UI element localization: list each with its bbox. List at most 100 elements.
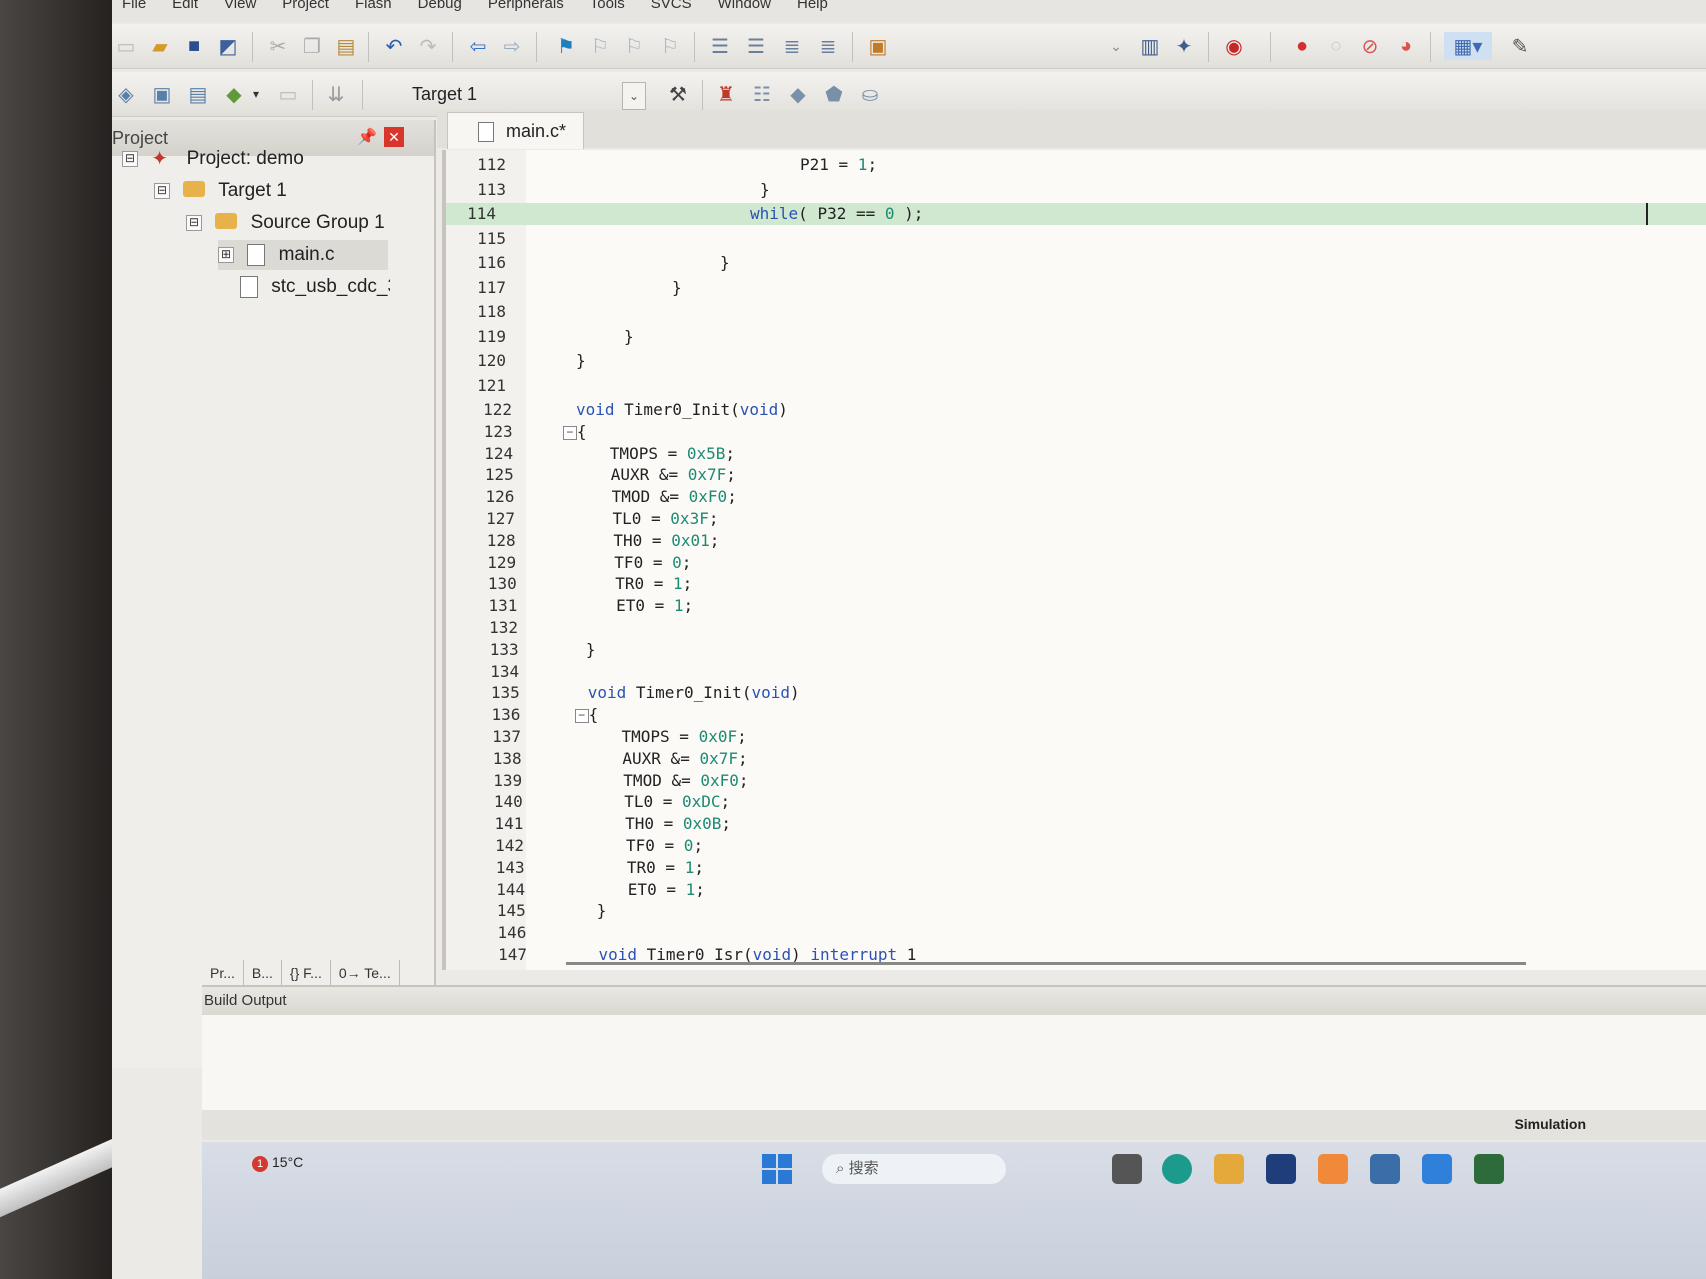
cut-icon[interactable]: ✂ bbox=[264, 32, 292, 60]
edge-icon[interactable] bbox=[1162, 1154, 1192, 1184]
redo-icon[interactable]: ↷ bbox=[414, 32, 442, 60]
store-icon[interactable] bbox=[1266, 1154, 1296, 1184]
close-icon[interactable]: ✕ bbox=[384, 127, 404, 147]
next-bookmark-icon[interactable]: ⚐ bbox=[620, 32, 648, 60]
code-line[interactable]: 145} bbox=[446, 900, 1706, 922]
component-icon[interactable]: ⛀ bbox=[856, 80, 884, 108]
paste-icon[interactable]: ▤ bbox=[332, 32, 360, 60]
window-layout-icon[interactable]: ▦▾ bbox=[1444, 32, 1492, 60]
code-line[interactable]: 132 bbox=[446, 617, 1706, 639]
code-line[interactable]: 141 TH0 = 0x0B; bbox=[446, 813, 1706, 835]
indent-icon[interactable]: ☰ bbox=[706, 32, 734, 60]
code-line[interactable]: 124 TMOPS = 0x5B; bbox=[446, 443, 1706, 465]
stop-build-icon[interactable]: ▭ bbox=[274, 80, 302, 108]
uncomment-icon[interactable]: ≣ bbox=[814, 32, 842, 60]
debug-start-icon[interactable]: ◉ bbox=[1220, 32, 1248, 60]
menu-debug[interactable]: Debug bbox=[418, 0, 462, 11]
code-line[interactable]: 121 bbox=[446, 375, 1706, 397]
menu-edit[interactable]: Edit bbox=[172, 0, 198, 11]
nav-back-icon[interactable]: ⇦ bbox=[464, 32, 492, 60]
tree-item-target[interactable]: ⊟ Target 1 bbox=[154, 176, 287, 206]
code-line[interactable]: 118 bbox=[446, 301, 1706, 323]
find-in-files-icon[interactable]: ▣ bbox=[864, 32, 892, 60]
new-file-icon[interactable]: ▭ bbox=[112, 32, 140, 60]
undo-icon[interactable]: ↶ bbox=[380, 32, 408, 60]
manage-project-items-icon[interactable]: ♜ bbox=[712, 80, 740, 108]
target-dropdown-icon[interactable]: ⌄ bbox=[622, 82, 646, 110]
weather-widget[interactable]: 1 15°C bbox=[252, 1154, 303, 1172]
app-icon[interactable] bbox=[1370, 1154, 1400, 1184]
code-line[interactable]: 134 bbox=[446, 661, 1706, 683]
editor-hscroll[interactable] bbox=[566, 962, 1526, 965]
code-line[interactable]: 136 { bbox=[446, 704, 1706, 726]
menu-peripherals[interactable]: Peripherals bbox=[488, 0, 564, 11]
open-file-icon[interactable]: ▰ bbox=[146, 32, 174, 60]
code-line[interactable]: 122 void Timer0_Init(void) bbox=[446, 399, 1706, 421]
code-line[interactable]: 113} bbox=[446, 179, 1706, 201]
copy-icon[interactable]: ❐ bbox=[298, 32, 326, 60]
code-line[interactable]: 114 while( P32 == 0 ); bbox=[446, 203, 1706, 225]
code-line[interactable]: 123 { bbox=[446, 421, 1706, 443]
collapse-icon[interactable]: ⊟ bbox=[122, 150, 138, 167]
breakpoint-kill-all-icon[interactable]: ◕ bbox=[1392, 32, 1420, 60]
save-all-icon[interactable]: ◩ bbox=[214, 32, 242, 60]
tab-functions[interactable]: {} F... bbox=[282, 960, 331, 986]
tab-templates[interactable]: 0→ Te... bbox=[331, 960, 400, 986]
code-line[interactable]: 126 TMOD &= 0xF0; bbox=[446, 486, 1706, 508]
menu-window[interactable]: Window bbox=[718, 0, 771, 11]
menu-svcs[interactable]: SVCS bbox=[651, 0, 692, 11]
breakpoint-enable-icon[interactable]: ○ bbox=[1322, 32, 1350, 60]
code-line[interactable]: 127 TL0 = 0x3F; bbox=[446, 508, 1706, 530]
code-line[interactable]: 129 TF0 = 0; bbox=[446, 552, 1706, 574]
prev-bookmark-icon[interactable]: ⚐ bbox=[586, 32, 614, 60]
pack-installer-icon[interactable]: ⬟ bbox=[820, 80, 848, 108]
code-line[interactable]: 144 ET0 = 1; bbox=[446, 879, 1706, 901]
code-line[interactable]: 112 P21 = 1; bbox=[446, 154, 1706, 176]
code-line[interactable]: 116} bbox=[446, 252, 1706, 274]
tab-project[interactable]: Pr... bbox=[202, 960, 244, 986]
tree-item-main-c[interactable]: ⊞ main.c bbox=[218, 240, 388, 270]
tab-main-c[interactable]: main.c* bbox=[447, 112, 584, 149]
code-line[interactable]: 130 TR0 = 1; bbox=[446, 573, 1706, 595]
fold-collapse-icon[interactable]: − bbox=[562, 425, 577, 440]
code-editor[interactable]: 112 P21 = 1; 113} 114 while( P32 == 0 ); 115 1… bbox=[442, 150, 1706, 970]
app-icon[interactable] bbox=[1318, 1154, 1348, 1184]
code-line[interactable]: 133} bbox=[446, 639, 1706, 661]
save-icon[interactable]: ■ bbox=[180, 32, 208, 60]
clear-bookmarks-icon[interactable]: ⚐ bbox=[656, 32, 684, 60]
code-line[interactable]: 115 bbox=[446, 228, 1706, 250]
download-icon[interactable]: ⇊ bbox=[322, 80, 350, 108]
batch-build-dropdown-icon[interactable]: ▾ bbox=[242, 80, 270, 108]
fold-collapse-icon[interactable]: − bbox=[574, 709, 589, 724]
windows-start-icon[interactable] bbox=[762, 1154, 792, 1184]
code-line[interactable]: 146 bbox=[446, 922, 1706, 944]
tree-item-stc-usb-cdc[interactable]: stc_usb_cdc_32 bbox=[240, 272, 390, 302]
task-view-icon[interactable] bbox=[1112, 1154, 1142, 1184]
code-line[interactable]: 117} bbox=[446, 277, 1706, 299]
code-line[interactable]: 143 TR0 = 1; bbox=[446, 857, 1706, 879]
unindent-icon[interactable]: ☰ bbox=[742, 32, 770, 60]
tab-books[interactable]: B... bbox=[244, 960, 282, 986]
incremental-find-icon[interactable]: ✦ bbox=[1170, 32, 1198, 60]
pin-icon[interactable]: 📌 bbox=[357, 120, 377, 156]
code-line[interactable]: 131 ET0 = 1; bbox=[446, 595, 1706, 617]
expand-icon[interactable]: ⊞ bbox=[218, 246, 234, 263]
collapse-icon[interactable]: ⊟ bbox=[186, 214, 202, 231]
code-line[interactable]: 120} bbox=[446, 350, 1706, 372]
code-line[interactable]: 119} bbox=[446, 326, 1706, 348]
file-explorer-icon[interactable] bbox=[1214, 1154, 1244, 1184]
find-icon[interactable]: ▥ bbox=[1136, 32, 1164, 60]
code-line[interactable]: 148 { bbox=[446, 966, 1706, 970]
comment-icon[interactable]: ≣ bbox=[778, 32, 806, 60]
menu-project[interactable]: Project bbox=[282, 0, 329, 11]
code-line[interactable]: 128 TH0 = 0x01; bbox=[446, 530, 1706, 552]
translate-icon[interactable]: ◈ bbox=[112, 80, 140, 108]
code-line[interactable]: 142 TF0 = 0; bbox=[446, 835, 1706, 857]
target-options-icon[interactable]: ⚒ bbox=[664, 80, 692, 108]
tree-item-project[interactable]: ⊟ ✦ Project: demo bbox=[122, 144, 304, 174]
code-line[interactable]: 138 AUXR &= 0x7F; bbox=[446, 748, 1706, 770]
nav-forward-icon[interactable]: ⇨ bbox=[498, 32, 526, 60]
taskbar-search[interactable]: ⌕ 搜索 bbox=[822, 1154, 1006, 1184]
code-line[interactable]: 140 TL0 = 0xDC; bbox=[446, 791, 1706, 813]
code-line[interactable]: 135 void Timer0_Init(void) bbox=[446, 682, 1706, 704]
